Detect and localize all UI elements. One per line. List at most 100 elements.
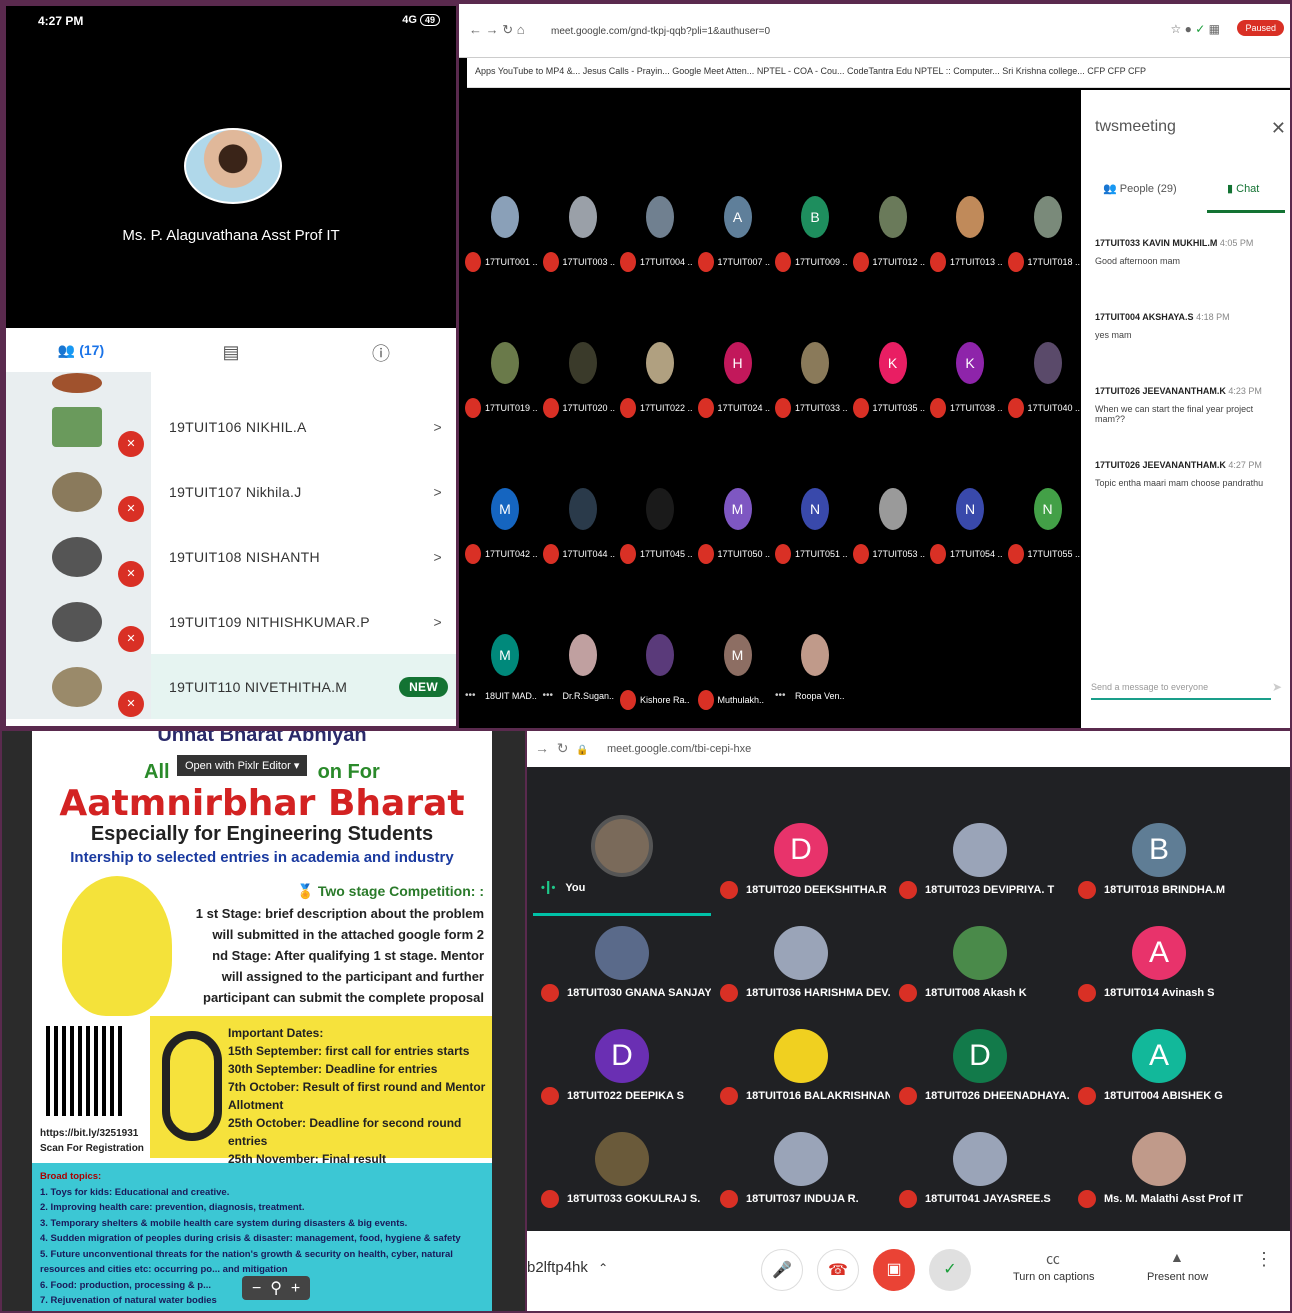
participant-tile[interactable]: 18TUIT023 DEVIPRIYA. T	[891, 815, 1069, 918]
puzzle-icon[interactable]: ▦	[1209, 22, 1220, 36]
participant-label: 17TUIT001 ..	[465, 252, 543, 272]
list-item[interactable]: ✕ 19TUIT106 NIKHIL.A >	[6, 394, 456, 459]
more-options-icon[interactable]: ⋮	[1255, 1249, 1273, 1270]
star-icon[interactable]: ☆	[1171, 22, 1182, 36]
chevron-right-icon[interactable]: >	[434, 549, 442, 565]
participant-tile[interactable]: D 18TUIT026 DHEENADHAYA...	[891, 1021, 1069, 1124]
participant-list[interactable]: ✕ 19TUIT106 NIKHIL.A > ✕ 19TUIT107 Nikhila.…	[6, 372, 456, 719]
participant-tile[interactable]: 18TUIT041 JAYASREE.S	[891, 1124, 1069, 1227]
participant-tile[interactable]: 18TUIT036 HARISHMA DEV...	[712, 918, 890, 1021]
extension-icon[interactable]: ●	[1185, 22, 1192, 36]
address-bar[interactable]: meet.google.com/tbi-cepi-hxe	[607, 743, 751, 755]
participant-tile[interactable]: 17TUIT019 ..	[465, 342, 543, 422]
home-icon[interactable]: ⌂	[517, 22, 525, 37]
participant-tile[interactable]: 17TUIT040 ..	[1007, 342, 1086, 422]
mic-off-icon	[620, 252, 636, 272]
participant-tile[interactable]: 17TUIT044 ..	[542, 488, 621, 568]
participant-tile[interactable]: 17TUIT004 ..	[620, 196, 698, 276]
tab-info[interactable]: ⓘ	[306, 340, 456, 366]
tab-chat[interactable]: ▮ Chat	[1227, 182, 1259, 195]
participant-tile[interactable]: A 18TUIT004 ABISHEK G	[1070, 1021, 1248, 1124]
participant-label: Ms. M. Malathi Asst Prof IT	[1078, 1190, 1248, 1208]
reload-icon[interactable]: ↻	[557, 740, 569, 756]
participant-tile[interactable]: B 18TUIT018 BRINDHA.M	[1070, 815, 1248, 918]
participant-tile[interactable]: H 17TUIT024 ..	[697, 342, 776, 422]
forward-icon[interactable]: →	[486, 22, 499, 37]
open-with-pixlr-button[interactable]: Open with Pixlr Editor ▾	[177, 755, 308, 776]
chat-input[interactable]: Send a message to everyone	[1091, 682, 1271, 700]
send-icon[interactable]: ➤	[1272, 680, 1282, 694]
participant-tile[interactable]: N 17TUIT051 ..	[775, 488, 853, 568]
address-bar[interactable]: meet.google.com/gnd-tkpj-qqb?pli=1&authu…	[551, 26, 770, 37]
zoom-in-icon[interactable]: +	[291, 1280, 300, 1297]
mic-off-icon: ✕	[118, 496, 144, 522]
participant-tile[interactable]: 18TUIT008 Akash K	[891, 918, 1069, 1021]
microphone-button[interactable]: 🎤	[761, 1249, 803, 1291]
participant-tile[interactable]: A 18TUIT014 Avinash S	[1070, 918, 1248, 1021]
participant-label: 17TUIT035 ..	[852, 398, 931, 418]
participant-tile[interactable]: Ms. M. Malathi Asst Prof IT	[1070, 1124, 1248, 1227]
zoom-controls[interactable]: − ⚲ +	[242, 1276, 311, 1300]
captions-label[interactable]: Turn on captions	[1013, 1271, 1095, 1283]
participant-tile[interactable]: 18TUIT030 GNANA SANJAY...	[533, 918, 711, 1021]
participant-tile[interactable]: 17TUIT001 ..	[465, 196, 543, 276]
tab-people[interactable]: 👥 (17)	[6, 328, 156, 378]
list-item[interactable]: ✕ 19TUIT107 Nikhila.J >	[6, 459, 456, 524]
present-icon[interactable]: ▲	[1170, 1249, 1184, 1265]
avatar: D	[953, 1029, 1007, 1083]
participant-tile[interactable]: 18TUIT016 BALAKRISHNAN...	[712, 1021, 890, 1124]
participant-tile[interactable]: ••• Roopa Ven..	[775, 634, 853, 714]
profile-paused-badge[interactable]: Paused	[1237, 20, 1284, 36]
participant-tile[interactable]: K 17TUIT035 ..	[852, 342, 931, 422]
zoom-out-icon[interactable]: −	[252, 1280, 261, 1297]
participant-tile[interactable]: 17TUIT018 ..	[1007, 196, 1086, 276]
close-icon[interactable]: ✕	[1271, 118, 1286, 139]
participant-tile[interactable]: N 17TUIT054 ..	[930, 488, 1008, 568]
participant-tile[interactable]: K 17TUIT038 ..	[930, 342, 1008, 422]
participant-tile[interactable]: D 18TUIT020 DEEKSHITHA.R	[712, 815, 890, 918]
chevron-up-icon[interactable]: ⌃	[598, 1261, 608, 1275]
tab-chat[interactable]: ▤	[156, 342, 306, 363]
list-item[interactable]: ✕ 19TUIT108 NISHANTH >	[6, 524, 456, 589]
camera-button[interactable]: ▣	[873, 1249, 915, 1291]
participant-tile[interactable]: D 18TUIT022 DEEPIKA S	[533, 1021, 711, 1124]
participant-label: ••• 18UIT MAD..	[465, 690, 543, 701]
participant-tile[interactable]: 17TUIT020 ..	[542, 342, 621, 422]
self-tile[interactable]: •┃• You	[533, 815, 711, 918]
participant-tile[interactable]: 18TUIT037 INDUJA R.	[712, 1124, 890, 1227]
captions-icon[interactable]: ㏄	[1046, 1249, 1060, 1269]
meeting-code[interactable]: b2lftp4hk ⌃	[527, 1259, 608, 1276]
list-item[interactable]: ✕ 19TUIT110 NIVETHITHA.M NEW	[6, 654, 456, 719]
participant-tile[interactable]: N 17TUIT055 ..	[1007, 488, 1086, 568]
present-label[interactable]: Present now	[1147, 1271, 1208, 1283]
participant-tile[interactable]: 18TUIT033 GOKULRAJ S.	[533, 1124, 711, 1227]
reload-icon[interactable]: ↻	[502, 22, 513, 37]
forward-icon[interactable]: →	[535, 740, 549, 756]
participant-tile[interactable]: M Muthulakh..	[697, 634, 776, 714]
participant-tile[interactable]: Kishore Ra..	[620, 634, 698, 714]
participant-tile[interactable]: 17TUIT033 ..	[775, 342, 853, 422]
participant-tile[interactable]: ••• Dr.R.Sugan..	[543, 634, 621, 714]
back-icon[interactable]: ←	[469, 22, 482, 37]
chevron-right-icon[interactable]: >	[434, 614, 442, 630]
attendance-extension-button[interactable]: ✓	[929, 1249, 971, 1291]
tab-people[interactable]: 👥 People (29)	[1103, 182, 1177, 195]
participant-tile[interactable]: 17TUIT053 ..	[852, 488, 931, 568]
participant-tile[interactable]: 17TUIT003 ..	[542, 196, 621, 276]
chevron-right-icon[interactable]: >	[434, 484, 442, 500]
list-item[interactable]: ✕ 19TUIT109 NITHISHKUMAR.P >	[6, 589, 456, 654]
magnifier-icon[interactable]: ⚲	[270, 1280, 282, 1297]
participant-tile[interactable]: B 17TUIT009 ..	[775, 196, 853, 276]
participant-tile[interactable]: M ••• 18UIT MAD..	[465, 634, 543, 714]
participant-tile[interactable]: 17TUIT045 ..	[620, 488, 698, 568]
bookmarks-bar[interactable]: Apps YouTube to MP4 &... Jesus Calls - P…	[467, 58, 1290, 88]
participant-tile[interactable]: 17TUIT022 ..	[620, 342, 698, 422]
chevron-right-icon[interactable]: >	[434, 419, 442, 435]
participant-tile[interactable]: M 17TUIT050 ..	[697, 488, 776, 568]
participant-tile[interactable]: 17TUIT013 ..	[930, 196, 1008, 276]
participant-tile[interactable]: 17TUIT012 ..	[852, 196, 931, 276]
participant-tile[interactable]: A 17TUIT007 ..	[697, 196, 776, 276]
participant-tile[interactable]: M 17TUIT042 ..	[465, 488, 543, 568]
check-icon[interactable]: ✓	[1195, 22, 1205, 36]
leave-call-button[interactable]: ☎	[817, 1249, 859, 1291]
